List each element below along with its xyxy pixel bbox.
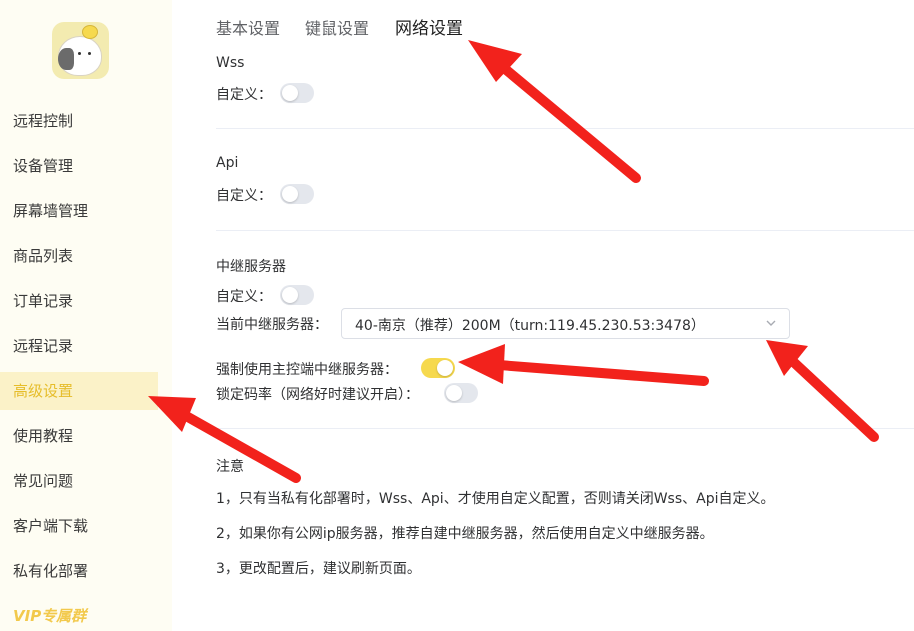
sidebar-item-tutorial[interactable]: 使用教程	[0, 417, 158, 455]
api-section-title: Api	[216, 155, 239, 171]
sidebar-item-advanced-settings[interactable]: 高级设置	[0, 372, 158, 410]
divider	[216, 230, 914, 231]
tab-network-settings[interactable]: 网络设置	[395, 14, 463, 39]
sidebar-item-device-management[interactable]: 设备管理	[0, 147, 158, 185]
lock-bitrate-label: 锁定码率（网络好时建议开启）：	[216, 387, 419, 403]
relay-custom-switch[interactable]	[280, 285, 314, 305]
api-custom-label: 自定义：	[216, 188, 272, 204]
note-line-3: 3，更改配置后，建议刷新页面。	[216, 561, 421, 577]
relay-server-value: 40-南京（推荐）200M（turn:119.45.230.53:3478）	[355, 318, 705, 334]
relay-server-select[interactable]: 40-南京（推荐）200M（turn:119.45.230.53:3478）	[341, 308, 790, 339]
sidebar-item-private-deployment[interactable]: 私有化部署	[0, 552, 158, 590]
sidebar-item-orders[interactable]: 订单记录	[0, 282, 158, 320]
current-relay-label: 当前中继服务器：	[216, 317, 328, 333]
arrowhead	[468, 40, 522, 82]
sidebar: 远程控制 设备管理 屏幕墙管理 商品列表 订单记录 远程记录 高级设置 使用教程…	[0, 0, 172, 631]
sidebar-item-products[interactable]: 商品列表	[0, 237, 158, 275]
note-line-2: 2，如果你有公网ip服务器，推荐自建中继服务器，然后使用自定义中继服务器。	[216, 526, 714, 542]
arrowhead	[766, 340, 808, 376]
wss-section-title: Wss	[216, 55, 245, 71]
chevron-down-icon	[766, 320, 776, 326]
tab-keyboard-mouse-settings[interactable]: 键鼠设置	[305, 15, 369, 39]
force-relay-switch[interactable]	[421, 358, 455, 378]
wss-custom-switch[interactable]	[280, 83, 314, 103]
arrowhead	[458, 344, 505, 384]
wss-custom-label: 自定义：	[216, 87, 272, 103]
sidebar-item-vip-group[interactable]: VIP专属群	[0, 597, 158, 631]
api-custom-switch[interactable]	[280, 184, 314, 204]
arrow-to-force-relay-switch	[481, 359, 709, 386]
sidebar-item-remote-control[interactable]: 远程控制	[0, 102, 158, 140]
relay-custom-label: 自定义：	[216, 289, 272, 305]
sidebar-item-remote-records[interactable]: 远程记录	[0, 327, 158, 365]
sidebar-item-faq[interactable]: 常见问题	[0, 462, 158, 500]
arrow-to-network-tab	[487, 53, 641, 183]
sidebar-item-client-download[interactable]: 客户端下载	[0, 507, 158, 545]
notes-title: 注意	[216, 459, 244, 475]
tab-basic-settings[interactable]: 基本设置	[216, 15, 280, 39]
lock-bitrate-switch[interactable]	[444, 383, 478, 403]
note-line-1: 1，只有当私有化部署时，Wss、Api、才使用自定义配置，否则请关闭Wss、Ap…	[216, 491, 775, 507]
force-relay-label: 强制使用主控端中继服务器：	[216, 362, 398, 378]
arrow-to-relay-select	[781, 350, 879, 442]
app-logo	[52, 22, 109, 79]
divider	[216, 428, 914, 429]
sidebar-item-screen-wall[interactable]: 屏幕墙管理	[0, 192, 158, 230]
relay-section-title: 中继服务器	[216, 259, 286, 275]
divider	[216, 128, 914, 129]
